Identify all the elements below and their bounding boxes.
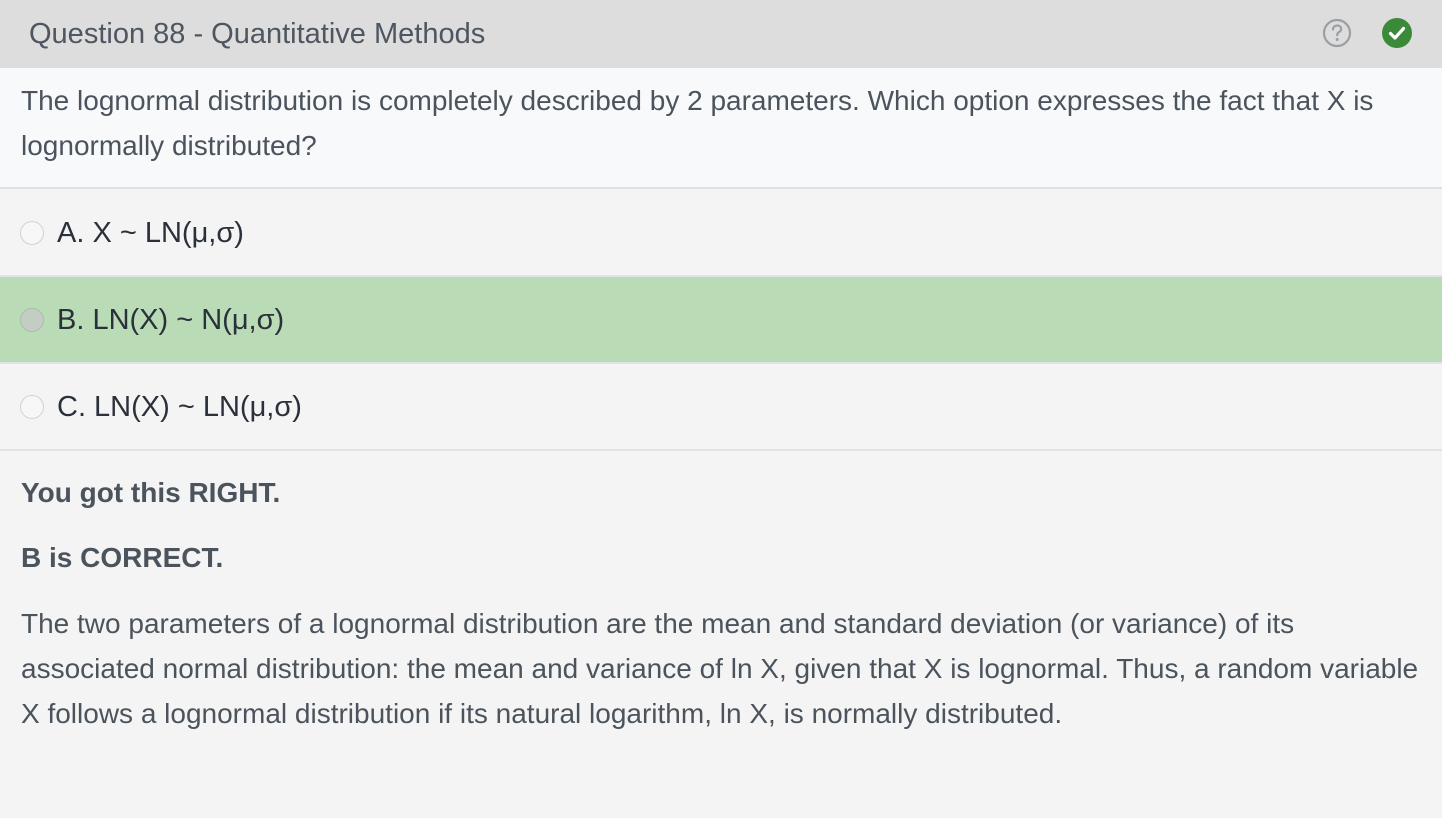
result-message: You got this RIGHT.	[21, 477, 281, 508]
option-c[interactable]: C. LN(X) ~ LN(μ,σ)	[0, 364, 1442, 451]
check-circle-icon	[1382, 18, 1412, 48]
radio-button[interactable]	[20, 395, 44, 419]
radio-button[interactable]	[20, 221, 44, 245]
option-label: B. LN(X) ~ N(μ,σ)	[57, 304, 285, 336]
option-label: C. LN(X) ~ LN(μ,σ)	[57, 391, 302, 423]
option-a[interactable]: A. X ~ LN(μ,σ)	[0, 190, 1442, 277]
question-title: Question 88 - Quantitative Methods	[29, 18, 486, 50]
question-text: The lognormal distribution is completely…	[21, 85, 1374, 161]
explanation-panel: You got this RIGHT. B is CORRECT. The tw…	[0, 451, 1442, 818]
correct-answer-message: B is CORRECT.	[21, 542, 224, 573]
question-header: Question 88 - Quantitative Methods	[0, 0, 1442, 68]
radio-button[interactable]	[20, 308, 44, 332]
explanation-text: The two parameters of a lognormal distri…	[21, 608, 1419, 729]
help-icon[interactable]	[1322, 18, 1352, 48]
question-stem: The lognormal distribution is completely…	[0, 68, 1442, 189]
option-b[interactable]: B. LN(X) ~ N(μ,σ)	[0, 277, 1442, 364]
option-label: A. X ~ LN(μ,σ)	[57, 217, 244, 249]
